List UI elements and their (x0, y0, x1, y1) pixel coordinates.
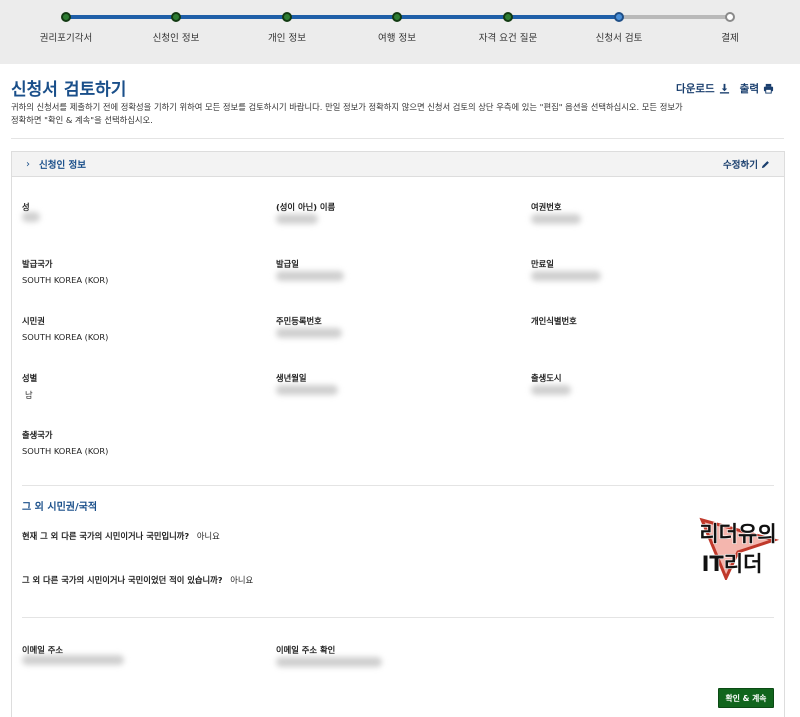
step-complete-icon (503, 12, 513, 22)
personal-id-field: 개인식별번호 (531, 315, 761, 332)
field-label: (성이 아닌) 이름 (276, 202, 336, 212)
field-label: 발급일 (276, 259, 299, 269)
field-label: 여권번호 (531, 202, 562, 212)
print-label: 출력 (739, 83, 759, 95)
step-label: 여행 정보 (378, 33, 416, 44)
field-label: 개인식별번호 (531, 316, 577, 326)
birth-country-field: 출생국가 SOUTH KOREA (KOR) (22, 429, 252, 456)
section-header[interactable]: › 신청인 정보 수정하기 (12, 152, 784, 177)
pencil-icon (761, 160, 769, 168)
field-value: SOUTH KOREA (KOR) (22, 332, 109, 342)
field-value: SOUTH KOREA (KOR) (22, 446, 109, 456)
printer-icon (763, 83, 774, 94)
confirm-continue-button[interactable]: 확인 & 계속 (718, 688, 774, 708)
section-title: 신청인 정보 (39, 160, 87, 171)
field-value: SOUTH KOREA (KOR) (22, 275, 109, 285)
header-actions: 다운로드 출력 (676, 81, 774, 96)
progress-track-complete (66, 15, 619, 19)
step-complete-icon (61, 12, 71, 22)
redacted-value (531, 385, 571, 395)
step-current-icon (614, 12, 624, 22)
step-label: 결제 (721, 33, 739, 44)
field-label: 주민등록번호 (276, 316, 322, 326)
redacted-value (22, 655, 124, 665)
watermark-logo: 리더유의 IT리더 (699, 517, 780, 580)
field-label: 출생도시 (531, 373, 562, 383)
redacted-value (276, 657, 382, 667)
step-complete-icon (171, 12, 181, 22)
redacted-value (22, 212, 40, 222)
redacted-value (276, 214, 318, 224)
redacted-value (276, 385, 338, 395)
redacted-value (276, 328, 342, 338)
citizenship-field: 시민권 SOUTH KOREA (KOR) (22, 315, 252, 342)
divider (22, 485, 774, 486)
divider (11, 138, 784, 139)
surname-field: 성 (22, 201, 252, 218)
field-label: 성별 (22, 373, 38, 383)
field-label: 출생국가 (22, 430, 53, 440)
download-label: 다운로드 (676, 83, 715, 95)
question-text: 현재 그 외 다른 국가의 시민이거나 국민입니까? (22, 531, 190, 541)
chevron-right-icon[interactable]: › (26, 159, 30, 170)
watermark-line2: IT리더 (702, 552, 763, 576)
step-label: 신청인 정보 (152, 33, 200, 44)
field-label: 성 (22, 202, 30, 212)
intro-text: 귀하의 신청서를 제출하기 전에 정확성을 기하기 위하여 모든 정보를 검토하… (11, 102, 683, 125)
field-label: 생년월일 (276, 373, 307, 383)
answer-text: 아니요 (230, 575, 254, 585)
field-label: 시민권 (22, 316, 45, 326)
edit-button[interactable]: 수정하기 (723, 157, 770, 171)
redacted-value (531, 214, 581, 224)
step-label: 개인 정보 (268, 33, 306, 44)
divider (22, 617, 774, 618)
other-citizenship-heading: 그 외 시민권/국적 (22, 502, 98, 513)
step-label: 자격 요건 질문 (478, 33, 538, 44)
watermark-line1: 리더유의 (699, 522, 776, 546)
current-other-citizenship-row: 현재 그 외 다른 국가의 시민이거나 국민입니까? 아니요 (22, 530, 220, 542)
page-title: 신청서 검토하기 (11, 80, 127, 100)
step-label: 신청서 검토 (595, 33, 643, 44)
progress-track-remaining (619, 15, 730, 19)
progress-stepper: 권리포기각서 신청인 정보 개인 정보 여행 정보 자격 요건 질문 신청서 검… (0, 0, 800, 64)
field-label: 발급국가 (22, 259, 53, 269)
field-label: 만료일 (531, 259, 554, 269)
issuing-country-field: 발급국가 SOUTH KOREA (KOR) (22, 258, 252, 285)
answer-text: 아니요 (196, 531, 220, 541)
question-text: 그 외 다른 국가의 시민이거나 국민이었던 적이 있습니까? (22, 575, 223, 585)
field-label: 이메일 주소 확인 (276, 645, 336, 655)
step-label: 권리포기각서 (39, 33, 93, 44)
redacted-value (531, 271, 601, 281)
step-complete-icon (282, 12, 292, 22)
step-pending-icon (725, 12, 735, 22)
download-button[interactable]: 다운로드 (676, 81, 730, 96)
past-other-citizenship-row: 그 외 다른 국가의 시민이거나 국민이었던 적이 있습니까? 아니요 (22, 574, 253, 586)
print-button[interactable]: 출력 (740, 81, 774, 96)
download-icon (719, 83, 729, 94)
sex-field: 성별 남 (22, 372, 252, 401)
redacted-value (276, 271, 344, 281)
step-complete-icon (392, 12, 402, 22)
edit-label: 수정하기 (723, 160, 758, 171)
field-value: 남 (25, 390, 33, 400)
